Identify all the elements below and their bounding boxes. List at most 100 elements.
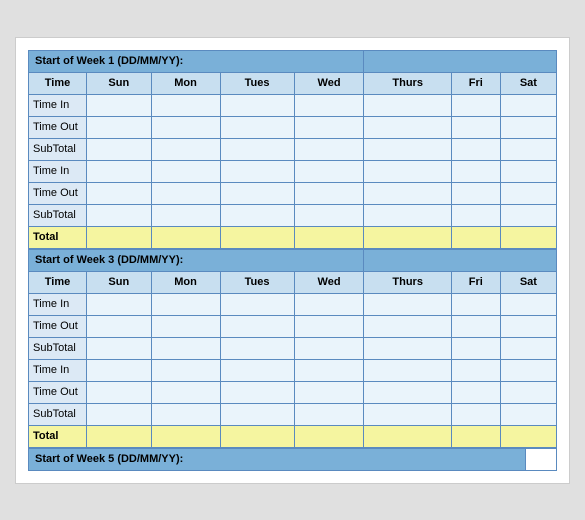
- week1-total-tues[interactable]: [220, 226, 294, 248]
- week1-timein1-fri[interactable]: [451, 94, 500, 116]
- week3-total-thurs[interactable]: [364, 425, 451, 447]
- week1-timein2-sat[interactable]: [500, 160, 556, 182]
- week1-subtotal1-fri[interactable]: [451, 138, 500, 160]
- week1-timeout1-sun[interactable]: [87, 116, 152, 138]
- week1-total-fri[interactable]: [451, 226, 500, 248]
- week3-total-tues[interactable]: [220, 425, 294, 447]
- week3-timeout2-thurs[interactable]: [364, 381, 451, 403]
- week1-timein1-sat[interactable]: [500, 94, 556, 116]
- week3-subtotal2-label: SubTotal: [29, 403, 87, 425]
- week3-timeout1-sun[interactable]: [87, 315, 152, 337]
- week1-timein1-mon[interactable]: [151, 94, 220, 116]
- week3-subtotal1-mon[interactable]: [151, 337, 220, 359]
- week3-timein2-tues[interactable]: [220, 359, 294, 381]
- week3-subtotal2-fri[interactable]: [451, 403, 500, 425]
- week1-timein1-wed[interactable]: [294, 94, 364, 116]
- week1-timeout2-fri[interactable]: [451, 182, 500, 204]
- week1-timein2-fri[interactable]: [451, 160, 500, 182]
- week1-subtotal2-sun[interactable]: [87, 204, 152, 226]
- week1-total-mon[interactable]: [151, 226, 220, 248]
- week3-total-mon[interactable]: [151, 425, 220, 447]
- week3-total-fri[interactable]: [451, 425, 500, 447]
- week3-total-sat[interactable]: [500, 425, 556, 447]
- week1-subtotal2-fri[interactable]: [451, 204, 500, 226]
- week1-timein1-thurs[interactable]: [364, 94, 451, 116]
- week1-subtotal2-mon[interactable]: [151, 204, 220, 226]
- week3-subtotal2-mon[interactable]: [151, 403, 220, 425]
- week3-timeout2-tues[interactable]: [220, 381, 294, 403]
- week1-timeout1-fri[interactable]: [451, 116, 500, 138]
- week3-timeout1-sat[interactable]: [500, 315, 556, 337]
- week3-subtotal1-wed[interactable]: [294, 337, 364, 359]
- week1-subtotal1-mon[interactable]: [151, 138, 220, 160]
- week3-subtotal1-fri[interactable]: [451, 337, 500, 359]
- week3-timeout1-tues[interactable]: [220, 315, 294, 337]
- week3-timeout1-mon[interactable]: [151, 315, 220, 337]
- week1-subtotal1-thurs[interactable]: [364, 138, 451, 160]
- week1-subtotal1-wed[interactable]: [294, 138, 364, 160]
- week3-total-wed[interactable]: [294, 425, 364, 447]
- week1-timein2-tues[interactable]: [220, 160, 294, 182]
- week3-subtotal2-sat[interactable]: [500, 403, 556, 425]
- week3-timeout2-mon[interactable]: [151, 381, 220, 403]
- week3-subtotal1-tues[interactable]: [220, 337, 294, 359]
- week3-subtotal2-thurs[interactable]: [364, 403, 451, 425]
- week3-timein2-mon[interactable]: [151, 359, 220, 381]
- week1-timeout2-mon[interactable]: [151, 182, 220, 204]
- week3-timein1-wed[interactable]: [294, 293, 364, 315]
- week3-total-sun[interactable]: [87, 425, 152, 447]
- week1-total-sat[interactable]: [500, 226, 556, 248]
- week1-total-sun[interactable]: [87, 226, 152, 248]
- week1-subtotal1-tues[interactable]: [220, 138, 294, 160]
- week3-timein2-sat[interactable]: [500, 359, 556, 381]
- week3-timein1-fri[interactable]: [451, 293, 500, 315]
- week3-timein1-mon[interactable]: [151, 293, 220, 315]
- week3-timeout2-sun[interactable]: [87, 381, 152, 403]
- week1-timein1-sun[interactable]: [87, 94, 152, 116]
- week1-total-thurs[interactable]: [364, 226, 451, 248]
- week1-timein2-mon[interactable]: [151, 160, 220, 182]
- week1-timeout2-wed[interactable]: [294, 182, 364, 204]
- week3-timeout2-fri[interactable]: [451, 381, 500, 403]
- week3-timein1-sat[interactable]: [500, 293, 556, 315]
- week1-subtotal2-thurs[interactable]: [364, 204, 451, 226]
- week3-timein2-wed[interactable]: [294, 359, 364, 381]
- week3-subtotal2-sun[interactable]: [87, 403, 152, 425]
- week1-subtotal2-wed[interactable]: [294, 204, 364, 226]
- week1-timein2-sun[interactable]: [87, 160, 152, 182]
- week1-timein2-wed[interactable]: [294, 160, 364, 182]
- week3-timein1-tues[interactable]: [220, 293, 294, 315]
- week1-subtotal1-sun[interactable]: [87, 138, 152, 160]
- week1-subtotal2-tues[interactable]: [220, 204, 294, 226]
- week3-timein1-sun[interactable]: [87, 293, 152, 315]
- week3-timeout1-wed[interactable]: [294, 315, 364, 337]
- week3-timeout1-thurs[interactable]: [364, 315, 451, 337]
- week3-subtotal2-wed[interactable]: [294, 403, 364, 425]
- week1-subtotal1-sat[interactable]: [500, 138, 556, 160]
- week3-timein2-sun[interactable]: [87, 359, 152, 381]
- week1-subtotal2-sat[interactable]: [500, 204, 556, 226]
- week3-timeout2-wed[interactable]: [294, 381, 364, 403]
- week1-total-wed[interactable]: [294, 226, 364, 248]
- week1-timein1-tues[interactable]: [220, 94, 294, 116]
- week3-timein1-thurs[interactable]: [364, 293, 451, 315]
- week1-timeout2-sat[interactable]: [500, 182, 556, 204]
- week1-timein2-thurs[interactable]: [364, 160, 451, 182]
- week1-timeout1-mon[interactable]: [151, 116, 220, 138]
- col-thurs: Thurs: [364, 72, 451, 94]
- week3-subtotal1-thurs[interactable]: [364, 337, 451, 359]
- week1-timeout1-sat[interactable]: [500, 116, 556, 138]
- week1-timeout1-wed[interactable]: [294, 116, 364, 138]
- week1-timeout1-thurs[interactable]: [364, 116, 451, 138]
- week3-timein2-thurs[interactable]: [364, 359, 451, 381]
- week1-timeout2-tues[interactable]: [220, 182, 294, 204]
- week3-timeout1-fri[interactable]: [451, 315, 500, 337]
- week3-timein2-fri[interactable]: [451, 359, 500, 381]
- week3-subtotal1-sat[interactable]: [500, 337, 556, 359]
- week3-timeout2-sat[interactable]: [500, 381, 556, 403]
- week1-timeout2-thurs[interactable]: [364, 182, 451, 204]
- week1-timeout1-tues[interactable]: [220, 116, 294, 138]
- week3-subtotal1-sun[interactable]: [87, 337, 152, 359]
- week3-subtotal2-tues[interactable]: [220, 403, 294, 425]
- week1-timeout2-sun[interactable]: [87, 182, 152, 204]
